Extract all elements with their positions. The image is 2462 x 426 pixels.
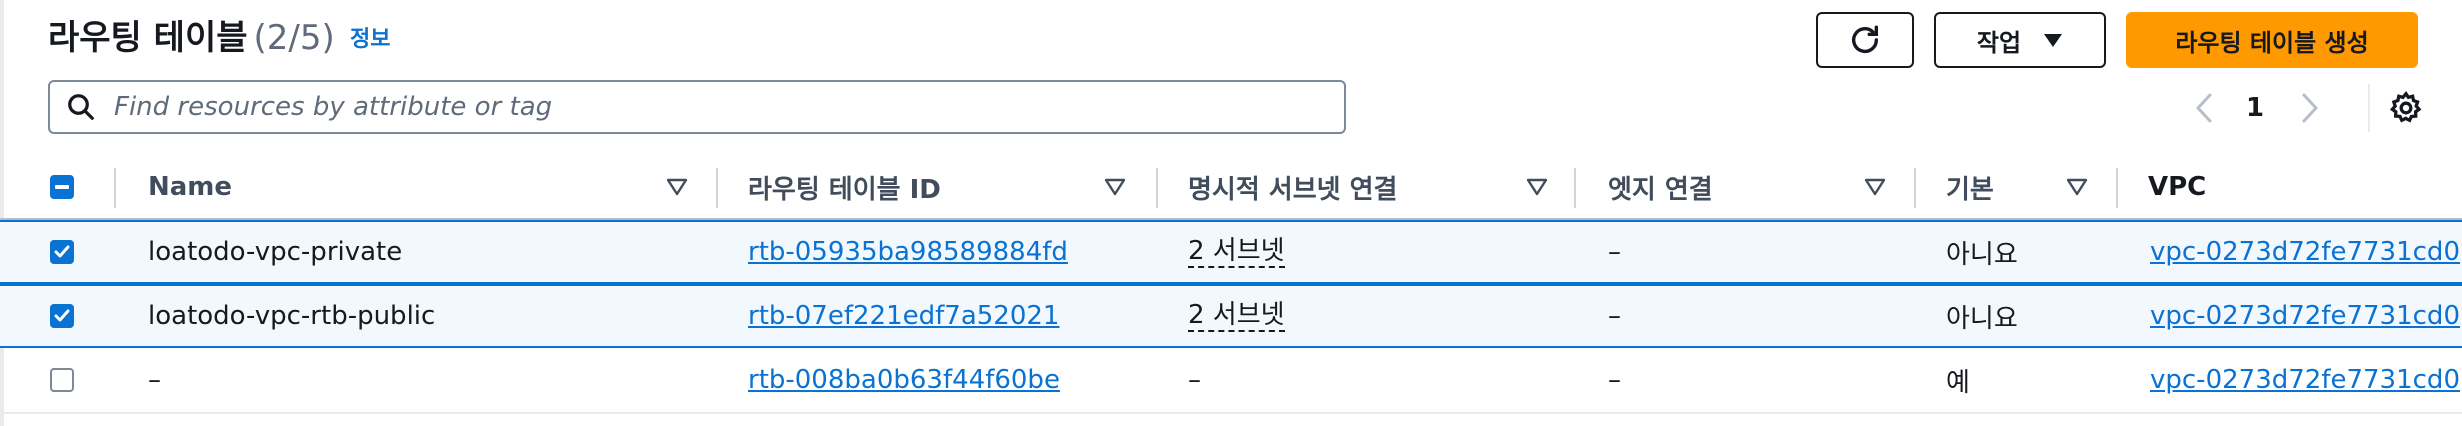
- table-row[interactable]: – rtb-008ba0b63f44f60be – – 예 vpc-0273d7…: [0, 350, 2462, 414]
- cell-main: 아니요: [1946, 239, 2018, 270]
- table-header: Name 라우팅 테이블 ID 명시적 서브넷 연결 엣지 연결 기본 VPC: [0, 156, 2462, 220]
- subnet-count-popover[interactable]: 2 서브넷: [1188, 236, 1285, 268]
- column-header-explicit-subnet[interactable]: 명시적 서브넷 연결: [1188, 156, 1397, 218]
- column-header-main[interactable]: 기본: [1946, 156, 1994, 218]
- create-route-table-button[interactable]: 라우팅 테이블 생성: [2126, 12, 2418, 68]
- search-input[interactable]: [112, 91, 1344, 123]
- select-all-checkbox[interactable]: [50, 175, 74, 199]
- route-table-id-link[interactable]: rtb-07ef221edf7a52021: [748, 301, 1059, 331]
- cell-name: –: [148, 365, 161, 395]
- cell-edge: –: [1608, 301, 1621, 331]
- page-title: 라우팅 테이블 (2/5): [48, 14, 335, 62]
- next-page-button[interactable]: [2292, 86, 2328, 130]
- sort-icon[interactable]: [666, 178, 688, 196]
- vpc-id-link[interactable]: vpc-0273d72fe7731cd0: [2150, 237, 2460, 267]
- info-link[interactable]: 정보: [350, 24, 390, 56]
- caret-down-icon: [2044, 34, 2063, 47]
- cell-main: 예: [1946, 367, 1970, 398]
- check-icon: [54, 309, 70, 322]
- chevron-left-icon: [2196, 93, 2212, 123]
- route-table-id-link[interactable]: rtb-05935ba98589884fd: [748, 237, 1068, 267]
- row-checkbox[interactable]: [50, 368, 74, 392]
- sort-icon[interactable]: [1526, 178, 1548, 196]
- table-row[interactable]: loatodo-vpc-private rtb-05935ba98589884f…: [0, 220, 2462, 284]
- sort-icon[interactable]: [2066, 178, 2088, 196]
- row-checkbox[interactable]: [50, 304, 74, 328]
- previous-page-button[interactable]: [2186, 86, 2222, 130]
- column-divider: [2116, 168, 2118, 208]
- sort-icon[interactable]: [1104, 178, 1126, 196]
- column-header-vpc[interactable]: VPC: [2148, 156, 2206, 218]
- selection-count: (2/5): [253, 18, 335, 58]
- vpc-id-link[interactable]: vpc-0273d72fe7731cd0: [2150, 301, 2460, 331]
- column-divider: [1156, 168, 1158, 208]
- vpc-id-link[interactable]: vpc-0273d72fe7731cd0: [2150, 365, 2460, 395]
- chevron-right-icon: [2302, 93, 2318, 123]
- preferences-button[interactable]: [2376, 86, 2436, 130]
- column-header-edge-association[interactable]: 엣지 연결: [1608, 156, 1713, 218]
- cell-name: loatodo-vpc-rtb-public: [148, 301, 436, 331]
- refresh-button[interactable]: [1816, 12, 1914, 68]
- column-divider: [1574, 168, 1576, 208]
- column-divider: [114, 168, 116, 208]
- title-text: 라우팅 테이블: [48, 18, 248, 58]
- cell-name: loatodo-vpc-private: [148, 237, 403, 267]
- route-table-id-link[interactable]: rtb-008ba0b63f44f60be: [748, 365, 1060, 395]
- actions-dropdown-button[interactable]: 작업: [1934, 12, 2106, 68]
- cell-main: 아니요: [1946, 303, 2018, 334]
- cell-subnets: –: [1188, 365, 1201, 395]
- column-divider: [1914, 168, 1916, 208]
- refresh-icon: [1851, 25, 1879, 53]
- actions-label: 작업: [1976, 28, 2022, 57]
- gear-icon: [2389, 90, 2422, 123]
- column-divider: [716, 168, 718, 208]
- search-bar: [48, 80, 1346, 134]
- column-header-name[interactable]: Name: [148, 156, 232, 218]
- cell-edge: –: [1608, 365, 1621, 395]
- subnet-count-popover[interactable]: 2 서브넷: [1188, 300, 1285, 332]
- column-header-route-table-id[interactable]: 라우팅 테이블 ID: [748, 156, 941, 218]
- pagination-divider: [2368, 84, 2370, 132]
- indeterminate-icon: [55, 185, 69, 189]
- search-icon: [68, 94, 94, 120]
- table-row[interactable]: loatodo-vpc-rtb-public rtb-07ef221edf7a5…: [0, 284, 2462, 348]
- row-checkbox[interactable]: [50, 240, 74, 264]
- sort-icon[interactable]: [1864, 178, 1886, 196]
- cell-edge: –: [1608, 237, 1621, 267]
- check-icon: [54, 245, 70, 258]
- current-page[interactable]: 1: [2246, 88, 2264, 128]
